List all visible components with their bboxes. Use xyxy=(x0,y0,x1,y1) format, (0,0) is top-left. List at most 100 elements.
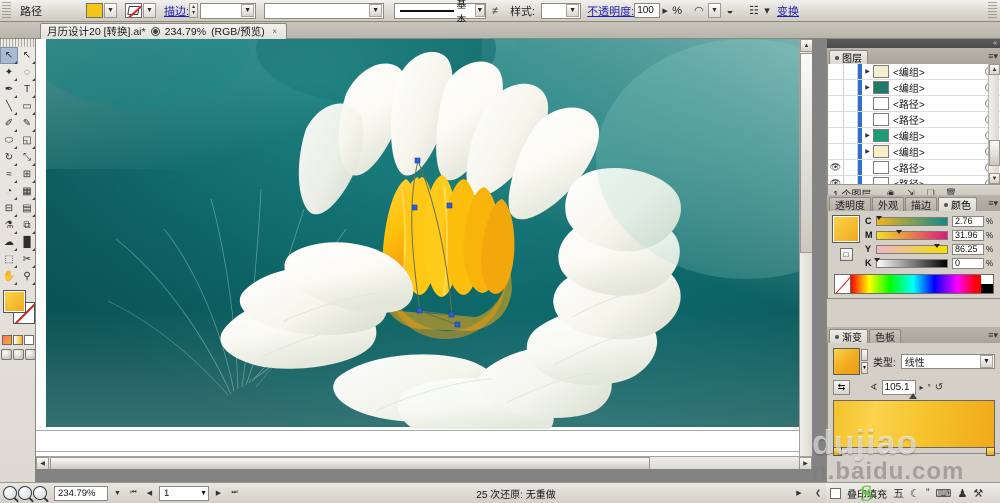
layer-expand-chevron-right-icon[interactable]: ▶ xyxy=(862,132,873,139)
isolate-blend-icon[interactable]: ◠ xyxy=(690,2,708,19)
gradient-type-chevron-down-icon[interactable]: ▼ xyxy=(980,355,993,368)
status-zoom-chevron-down-icon[interactable]: ▼ xyxy=(111,486,124,500)
layer-row[interactable]: 👁 <路径> xyxy=(828,176,1000,184)
selection-tool[interactable]: ↖ xyxy=(0,47,18,64)
stroke-profile-chevron-down-icon[interactable]: ▼ xyxy=(369,4,383,17)
zoom-tool[interactable]: ⚲ xyxy=(18,268,36,285)
first-page-button[interactable]: ⏮ xyxy=(127,486,140,500)
color-channel-value-field[interactable]: 2.76 xyxy=(952,215,984,227)
dock-collapse-bar[interactable]: « xyxy=(827,39,1000,48)
gradient-stop-start[interactable] xyxy=(833,447,842,456)
color-channel-value-field[interactable]: 31.96 xyxy=(952,229,984,241)
color-swatch-mode-icon[interactable] xyxy=(2,335,12,345)
opacity-label[interactable]: 不透明度: xyxy=(587,3,634,19)
gradient-panel-menu-icon[interactable]: ≡▾ xyxy=(988,330,998,340)
document-tab-close-icon[interactable]: × xyxy=(270,27,280,37)
layer-expand-chevron-right-icon[interactable]: ▶ xyxy=(862,68,873,75)
layer-visibility-eye-icon[interactable] xyxy=(828,80,844,95)
layer-visibility-eye-icon[interactable] xyxy=(828,128,844,143)
transform-link[interactable]: 变换 xyxy=(777,3,799,19)
color-channel-slider[interactable] xyxy=(874,257,948,268)
layer-row[interactable]: <路径> xyxy=(828,112,1000,128)
status-menu-icon[interactable]: ▶ xyxy=(791,486,807,500)
layer-lock-toggle-icon[interactable] xyxy=(844,176,858,184)
perspective-grid-tool[interactable]: ▦ xyxy=(18,183,36,200)
layers-list[interactable]: ▶<编组>▶<编组><路径><路径>▶<编组>▶<编组>👁<路径>👁<路径> xyxy=(828,64,1000,184)
layer-visibility-eye-icon[interactable]: 👁 xyxy=(828,176,844,184)
magic-wand-tool[interactable]: ✦ xyxy=(0,64,18,81)
color-panel-tab-1[interactable]: 外观 xyxy=(872,197,904,212)
layer-visibility-eye-icon[interactable] xyxy=(828,144,844,159)
scale-tool[interactable]: ⤡ xyxy=(18,149,36,166)
stroke-weight-chevron-down-icon[interactable]: ▼ xyxy=(241,4,255,17)
layer-row[interactable]: ▶ <编组> xyxy=(828,144,1000,160)
zoom-out-icon[interactable] xyxy=(3,486,17,500)
scroll-left-button[interactable]: ◀ xyxy=(36,457,49,469)
layer-visibility-eye-icon[interactable] xyxy=(828,112,844,127)
shape-builder-tool[interactable]: ◔ xyxy=(0,183,18,200)
gradient-midpoint-diamond-icon[interactable] xyxy=(909,393,918,399)
gradient-ramp[interactable] xyxy=(833,400,995,448)
brush-chevron-down-icon[interactable]: ▼ xyxy=(474,4,486,17)
canvas-vertical-scrollbar[interactable]: ▲ ▼ xyxy=(799,39,812,469)
symbol-sprayer-tool[interactable]: ☁ xyxy=(0,234,18,251)
layer-lock-toggle-icon[interactable] xyxy=(844,64,858,79)
document-canvas[interactable]: ▲ ▼ ◀ ▶ xyxy=(36,39,826,482)
slice-tool[interactable]: ✂ xyxy=(18,251,36,268)
toolbox-fill-swatch[interactable] xyxy=(3,290,26,313)
fullscreen-mode-icon[interactable] xyxy=(24,349,36,360)
fill-control[interactable]: ▼ xyxy=(86,3,117,18)
knockout-group-icon[interactable]: ◒ xyxy=(721,2,739,19)
layer-lock-toggle-icon[interactable] xyxy=(844,80,858,95)
tool-flyout-corner-icon[interactable] xyxy=(14,282,17,285)
color-panel-tab-2[interactable]: 描边 xyxy=(905,197,937,212)
layers-panel-tab-0[interactable]: 图层 xyxy=(829,50,868,65)
pencil-tool[interactable]: ✎ xyxy=(18,115,36,132)
align-icon[interactable]: ☷ xyxy=(745,2,763,19)
layer-expand-chevron-right-icon[interactable]: ▶ xyxy=(862,84,873,91)
color-channel-slider[interactable] xyxy=(876,243,948,254)
color-spectrum-bar[interactable] xyxy=(834,274,994,294)
opacity-field[interactable]: 100 xyxy=(634,3,661,18)
stroke-profile-field[interactable]: ▼ xyxy=(264,2,385,19)
fill-dropdown-chevron-down-icon[interactable]: ▼ xyxy=(104,3,117,18)
tray-user-icon[interactable]: ♟ xyxy=(957,487,967,500)
tool-flyout-corner-icon[interactable] xyxy=(32,282,35,285)
zoom-in-icon[interactable] xyxy=(18,486,32,500)
color-panel-tab-0[interactable]: 透明度 xyxy=(829,197,871,212)
layers-scroll-thumb[interactable] xyxy=(989,140,1000,166)
layer-visibility-eye-icon[interactable]: 👁 xyxy=(828,160,844,175)
layer-row[interactable]: ▶ <编组> xyxy=(828,80,1000,96)
status-zoom-field[interactable]: 234.79% xyxy=(54,485,108,501)
horizontal-scroll-thumb[interactable] xyxy=(50,457,650,469)
brush-definition-field[interactable]: 基本 ▼ xyxy=(394,0,487,26)
gradient-panel-tab-1[interactable]: 色板 xyxy=(869,329,901,344)
layer-row[interactable]: 👁 <路径> xyxy=(828,160,1000,176)
gradient-type-select[interactable]: 线性 ▼ xyxy=(900,354,995,369)
gradient-swatch-chevron-down-icon[interactable]: ▼ xyxy=(861,362,868,374)
toolbox-drag-grip-icon[interactable] xyxy=(0,39,35,47)
layer-row[interactable]: ▶ <编组> xyxy=(828,128,1000,144)
zoom-fit-icon[interactable] xyxy=(33,486,47,500)
stroke-weight-stepper[interactable]: ▲ ▼ xyxy=(189,3,199,18)
gradient-panel-tab-0[interactable]: 渐变 xyxy=(829,329,868,344)
stroke-control[interactable]: ▼ xyxy=(125,3,156,18)
gradient-stop-end[interactable] xyxy=(986,447,995,456)
canvas-horizontal-scrollbar[interactable]: ◀ ▶ xyxy=(36,456,812,469)
stroke-weight-label[interactable]: 描边: xyxy=(164,3,189,19)
graphic-style-field[interactable]: ▼ xyxy=(541,2,582,19)
type-tool[interactable]: T xyxy=(18,81,36,98)
eyedropper-tool[interactable]: ⚗ xyxy=(0,217,18,234)
width-tool[interactable]: ≈ xyxy=(0,166,18,183)
color-channel-value-field[interactable]: 86.25 xyxy=(952,243,984,255)
layer-lock-toggle-icon[interactable] xyxy=(844,128,858,143)
scroll-right-button[interactable]: ▶ xyxy=(799,457,812,469)
color-channel-slider-knob[interactable] xyxy=(874,257,880,262)
mesh-tool[interactable]: ⊟ xyxy=(0,200,18,217)
stroke-weight-field[interactable]: ▼ xyxy=(200,2,257,19)
normal-screen-mode-icon[interactable] xyxy=(0,349,12,360)
variable-width-profile-icon[interactable]: ≠ xyxy=(486,2,504,19)
align-chevron-down-icon[interactable]: ▾ xyxy=(763,2,771,19)
line-segment-tool[interactable]: ╲ xyxy=(0,98,18,115)
last-page-button[interactable]: ⏭ xyxy=(228,486,241,500)
